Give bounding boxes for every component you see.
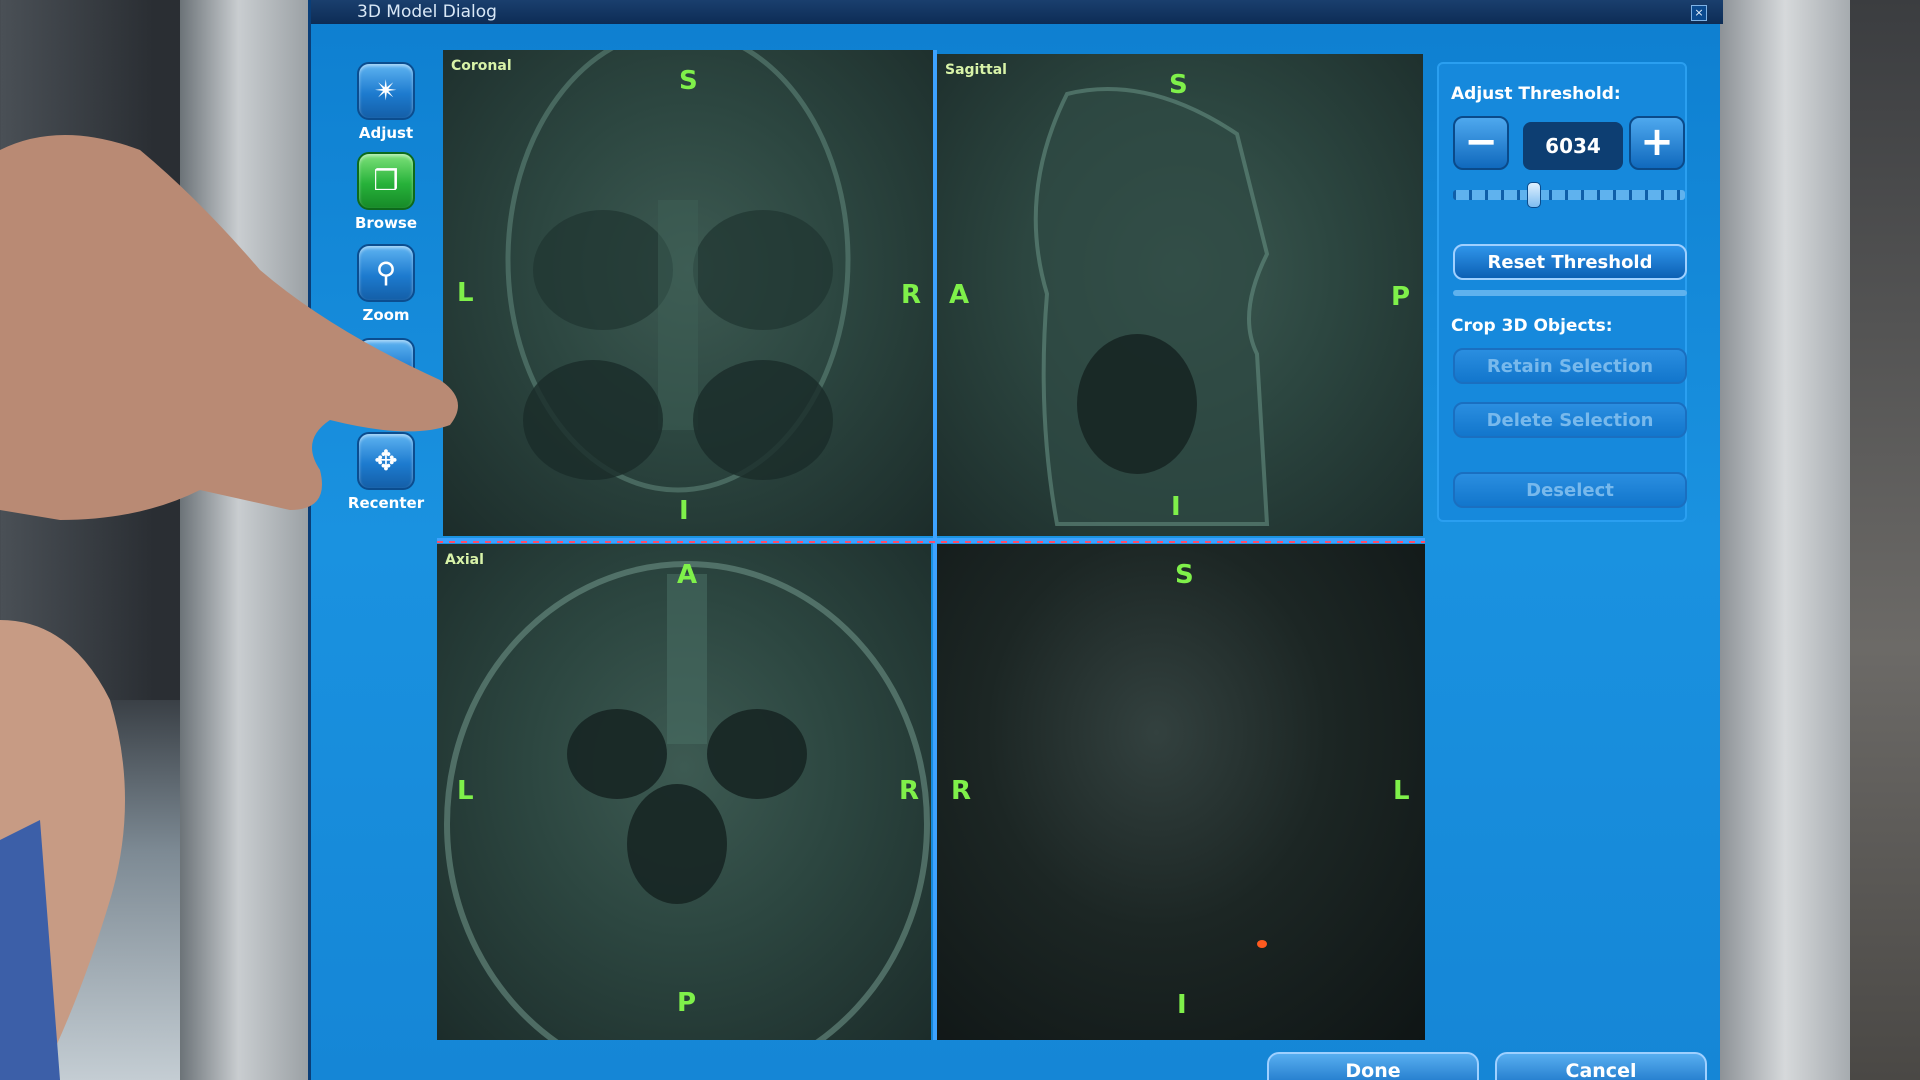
sagittal-ct-image bbox=[1033, 87, 1270, 526]
3d-render-viewport[interactable]: S I R L bbox=[937, 544, 1425, 1040]
3d-model-dialog: 3D Model Dialog × ✴ Adjust ❒ Browse ⚲ Zo… bbox=[308, 0, 1723, 1080]
threshold-panel: Adjust Threshold: − 6034 + Reset Thresho… bbox=[1437, 62, 1687, 522]
coronal-superior-marker: S bbox=[679, 66, 698, 96]
recenter-tool-label: Recenter bbox=[347, 494, 425, 512]
magnifier-icon[interactable]: ⚲ bbox=[357, 244, 415, 302]
slice-indicator-line bbox=[437, 541, 1425, 543]
selection-marker bbox=[1257, 940, 1267, 948]
threshold-value[interactable]: 6034 bbox=[1523, 122, 1623, 170]
titlebar: 3D Model Dialog × bbox=[311, 0, 1723, 24]
coronal-left-marker: L bbox=[457, 278, 474, 308]
adjust-threshold-label: Adjust Threshold: bbox=[1451, 84, 1621, 104]
window-title: 3D Model Dialog bbox=[357, 2, 497, 22]
sagittal-inferior-marker: I bbox=[1171, 492, 1181, 522]
sagittal-label: Sagittal bbox=[945, 62, 1007, 78]
axial-anterior-marker: A bbox=[677, 560, 698, 590]
zoom-tool-label: Zoom bbox=[362, 306, 410, 324]
browse-cube-icon[interactable]: ❒ bbox=[357, 152, 415, 210]
crop-objects-label: Crop 3D Objects: bbox=[1451, 316, 1613, 336]
axial-label: Axial bbox=[445, 552, 484, 568]
cancel-button[interactable]: Cancel bbox=[1495, 1052, 1707, 1080]
browse-tool[interactable]: ❒ Browse bbox=[327, 152, 445, 232]
threshold-slider[interactable] bbox=[1453, 190, 1685, 200]
axial-posterior-marker: P bbox=[677, 988, 697, 1018]
retain-selection-button[interactable]: Retain Selection bbox=[1453, 348, 1687, 384]
render-right-marker: R bbox=[951, 776, 972, 806]
panel-separator bbox=[1453, 290, 1687, 296]
sagittal-anterior-marker: A bbox=[949, 280, 970, 310]
close-button[interactable]: × bbox=[1691, 5, 1707, 21]
zoom-tool[interactable]: ⚲ Zoom bbox=[327, 244, 445, 324]
sagittal-viewport[interactable]: Sagittal S I A P bbox=[937, 54, 1423, 536]
coronal-label: Coronal bbox=[451, 58, 512, 74]
coronal-ct-image bbox=[505, 50, 851, 493]
render-inferior-marker: I bbox=[1177, 990, 1187, 1020]
background-shelf bbox=[0, 700, 180, 1080]
render-superior-marker: S bbox=[1175, 560, 1194, 590]
hidden-tool[interactable]: ⟡ bbox=[327, 338, 445, 396]
delete-selection-button[interactable]: Delete Selection bbox=[1453, 402, 1687, 438]
monitor-bezel-left bbox=[180, 0, 310, 1080]
tool-toolbar: ✴ Adjust ❒ Browse ⚲ Zoom ⟡ ✥ Recenter bbox=[327, 48, 445, 1028]
adjust-tool[interactable]: ✴ Adjust bbox=[327, 62, 445, 142]
axial-viewport[interactable]: Axial A P L R bbox=[437, 544, 931, 1040]
axial-right-marker: R bbox=[899, 776, 920, 806]
monitor-bezel-right bbox=[1720, 0, 1850, 1080]
partially-hidden-icon[interactable]: ⟡ bbox=[357, 338, 415, 396]
vertical-divider bbox=[933, 50, 937, 1040]
threshold-slider-knob[interactable] bbox=[1527, 182, 1542, 208]
reset-threshold-button[interactable]: Reset Threshold bbox=[1453, 244, 1687, 280]
done-button[interactable]: Done bbox=[1267, 1052, 1479, 1080]
adjust-icon[interactable]: ✴ bbox=[357, 62, 415, 120]
browse-tool-label: Browse bbox=[354, 214, 418, 232]
sagittal-posterior-marker: P bbox=[1391, 282, 1411, 312]
sagittal-superior-marker: S bbox=[1169, 70, 1188, 100]
background-wall bbox=[1850, 0, 1920, 1080]
threshold-decrease-button[interactable]: − bbox=[1453, 116, 1509, 170]
threshold-increase-button[interactable]: + bbox=[1629, 116, 1685, 170]
axial-ct-image bbox=[444, 561, 930, 1040]
recenter-arrows-icon[interactable]: ✥ bbox=[357, 432, 415, 490]
render-left-marker: L bbox=[1393, 776, 1410, 806]
coronal-right-marker: R bbox=[901, 280, 922, 310]
deselect-button[interactable]: Deselect bbox=[1453, 472, 1687, 508]
recenter-tool[interactable]: ✥ Recenter bbox=[327, 432, 445, 512]
adjust-tool-label: Adjust bbox=[358, 124, 414, 142]
coronal-inferior-marker: I bbox=[679, 496, 689, 526]
coronal-viewport[interactable]: Coronal S I L R bbox=[443, 50, 933, 536]
axial-left-marker: L bbox=[457, 776, 474, 806]
